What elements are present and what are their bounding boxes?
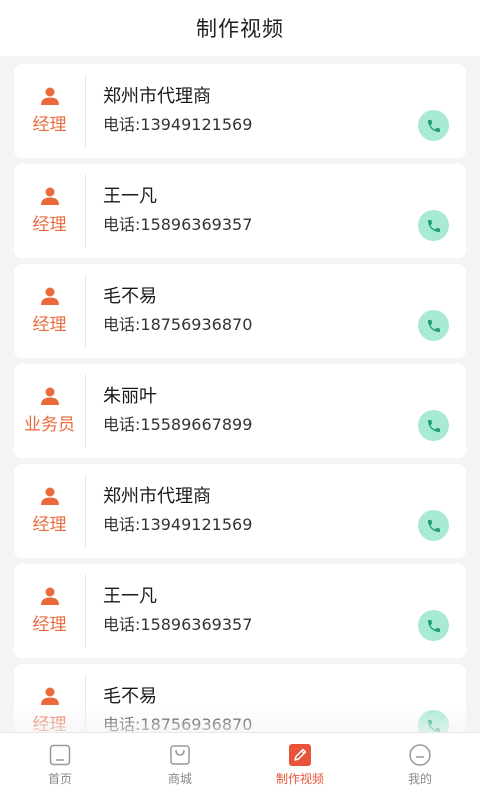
person-icon [40,687,59,705]
role-label: 经理 [32,715,67,732]
role-column: 经理 [14,674,86,732]
contact-name: 王一凡 [103,586,157,607]
person-icon [40,87,59,105]
contact-name: 毛不易 [103,686,157,707]
role-column: 业务员 [14,374,86,448]
role-column: 经理 [14,574,86,648]
bottom-tab-bar: 首页 商城 制作视频 我的 [0,732,480,800]
contact-card[interactable]: 经理 郑州市代理商 电话:13949121569 [14,64,466,158]
call-button[interactable] [418,110,449,141]
contact-card[interactable]: 经理 毛不易 电话:18756936870 [14,264,466,358]
contact-name: 郑州市代理商 [103,86,211,107]
tab-make-video[interactable]: 制作视频 [240,733,360,800]
shopping-bag-icon [170,745,190,765]
home-icon [49,744,71,766]
role-column: 经理 [14,74,86,148]
person-icon [40,587,59,605]
tab-label: 我的 [407,772,432,786]
call-button[interactable] [418,610,449,641]
role-label: 业务员 [24,415,75,435]
phone-icon [427,419,440,432]
page-title: 制作视频 [196,17,284,41]
phone-icon [427,319,440,332]
phone-icon [427,119,440,132]
contact-phone: 电话:18756936870 [103,715,253,732]
contact-card[interactable]: 经理 毛不易 电话:18756936870 [14,664,466,732]
contact-phone: 电话:13949121569 [103,515,253,534]
role-column: 经理 [14,474,86,548]
contact-phone: 电话:18756936870 [103,315,253,334]
contact-name: 王一凡 [103,186,157,207]
role-column: 经理 [14,274,86,348]
person-icon [40,287,59,305]
tab-label: 制作视频 [275,772,324,786]
call-button[interactable] [418,410,449,441]
tab-home[interactable]: 首页 [0,733,120,800]
header: 制作视频 [0,0,480,56]
role-label: 经理 [32,215,67,235]
tab-label: 商城 [167,772,192,786]
tab-mall[interactable]: 商城 [120,733,240,800]
tab-mine[interactable]: 我的 [360,733,480,800]
role-label: 经理 [32,515,67,535]
contact-name: 毛不易 [103,286,157,307]
role-column: 经理 [14,174,86,248]
edit-icon [289,744,311,766]
phone-icon [427,719,440,732]
person-icon [40,387,59,405]
contact-phone: 电话:15896369357 [103,615,253,634]
call-button[interactable] [418,310,449,341]
contact-card[interactable]: 经理 王一凡 电话:15896369357 [14,564,466,658]
call-button[interactable] [418,510,449,541]
call-button[interactable] [418,210,449,241]
contact-phone: 电话:13949121569 [103,115,253,134]
phone-icon [427,219,440,232]
contact-phone: 电话:15896369357 [103,215,253,234]
contact-card[interactable]: 经理 郑州市代理商 电话:13949121569 [14,464,466,558]
person-icon [40,187,59,205]
contact-list[interactable]: 经理 郑州市代理商 电话:13949121569 经理 王一凡 电话:15896… [14,64,466,732]
role-label: 经理 [32,615,67,635]
contact-card[interactable]: 业务员 朱丽叶 电话:15589667899 [14,364,466,458]
person-icon [40,487,59,505]
contact-card[interactable]: 经理 王一凡 电话:15896369357 [14,164,466,258]
profile-icon [409,744,431,766]
role-label: 经理 [32,115,67,135]
contact-name: 郑州市代理商 [103,486,211,507]
phone-icon [427,619,440,632]
role-label: 经理 [32,315,67,335]
tab-label: 首页 [47,772,72,786]
phone-icon [427,519,440,532]
contact-phone: 电话:15589667899 [103,415,253,434]
contact-name: 朱丽叶 [103,386,157,407]
